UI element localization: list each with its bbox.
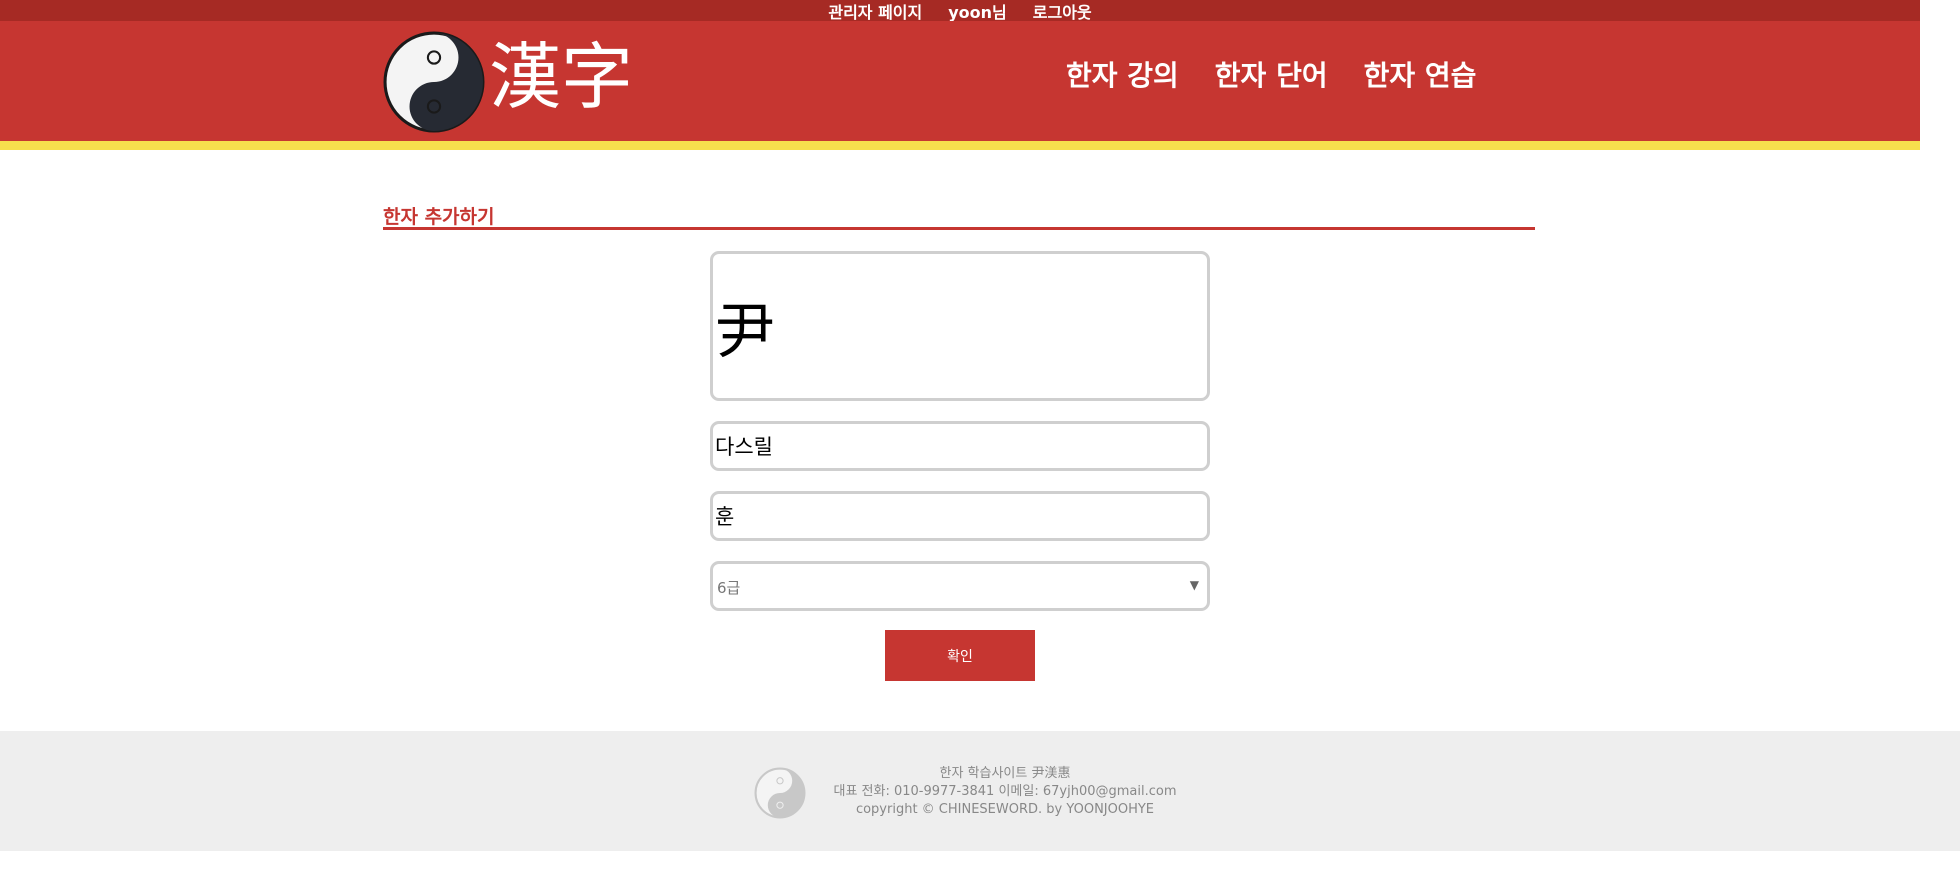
logo-text: 漢字 [489, 35, 634, 119]
logout-link[interactable]: 로그아웃 [1033, 0, 1092, 23]
eum-input[interactable] [710, 491, 1210, 541]
nav-hanja-practice[interactable]: 한자 연습 [1364, 54, 1477, 94]
title-divider [383, 227, 1535, 230]
nav-hanja-words[interactable]: 한자 단어 [1215, 54, 1328, 94]
site-header [0, 21, 1920, 141]
main-nav: 한자 강의 한자 단어 한자 연습 [1066, 54, 1476, 94]
footer-info: 한자 학습사이트 尹渼惠 대표 전화: 010-9977-3841 이메일: 6… [830, 765, 1180, 819]
confirm-button[interactable]: 확인 [885, 630, 1035, 681]
hun-input[interactable] [710, 421, 1210, 471]
header-accent-bar [0, 141, 1920, 150]
level-select-value: 6급 [717, 579, 741, 597]
user-greeting: yoon님 [948, 2, 1007, 22]
page-title: 한자 추가하기 [383, 206, 495, 228]
footer-site-name: 한자 학습사이트 尹渼惠 [939, 766, 1071, 781]
nav-hanja-lecture[interactable]: 한자 강의 [1066, 54, 1179, 94]
caret-down-icon: ▼ [1189, 578, 1199, 592]
top-utility-bar: 관리자 페이지 yoon님 로그아웃 [0, 0, 1920, 23]
site-logo[interactable]: 漢字 [383, 31, 633, 133]
hanja-input[interactable] [710, 251, 1210, 401]
yin-yang-icon [754, 767, 806, 819]
footer-contact: 대표 전화: 010-9977-3841 이메일: 67yjh00@gmail.… [833, 784, 1177, 799]
yin-yang-icon [383, 31, 485, 133]
level-select[interactable]: 6급 ▼ [710, 561, 1210, 611]
footer-copyright: copyright © CHINESEWORD. by YOONJOOHYE [855, 802, 1155, 817]
admin-page-link[interactable]: 관리자 페이지 [828, 0, 922, 23]
